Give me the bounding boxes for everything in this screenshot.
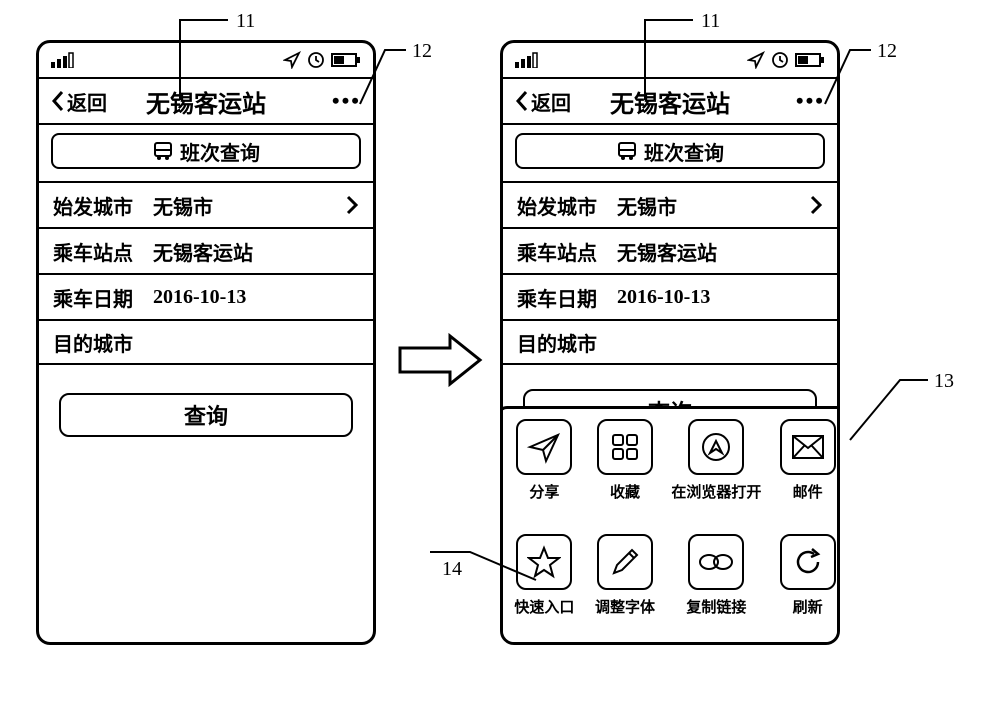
board-stop-value: 无锡客运站: [153, 237, 359, 266]
origin-city-value: 无锡市: [153, 191, 345, 220]
back-label: 返回: [531, 87, 571, 116]
origin-city-value: 无锡市: [617, 191, 809, 220]
sheet-label: 调整字体: [595, 596, 655, 617]
dest-city-row[interactable]: 目的城市: [39, 319, 373, 365]
sheet-item-share[interactable]: 分享: [510, 419, 579, 524]
location-icon: [747, 51, 765, 69]
subtitle-bar: 班次查询: [515, 133, 825, 169]
subtitle-bar: 班次查询: [51, 133, 361, 169]
chevron-right-icon: [345, 194, 359, 216]
origin-city-label: 始发城市: [517, 191, 617, 220]
dest-city-label: 目的城市: [517, 328, 617, 357]
sheet-label: 分享: [529, 481, 559, 502]
bus-icon: [616, 141, 638, 161]
callout-num: 13: [934, 370, 954, 393]
dest-city-label: 目的城市: [53, 328, 153, 357]
back-button[interactable]: 返回: [515, 87, 571, 116]
board-stop-row[interactable]: 乘车站点 无锡客运站: [503, 227, 837, 273]
location-icon: [283, 51, 301, 69]
action-sheet: 分享 收藏 在浏览器打开 邮件 快速入口 调整字体: [500, 406, 840, 645]
back-button[interactable]: 返回: [51, 87, 107, 116]
refresh-icon: [792, 546, 824, 578]
sheet-item-favorite[interactable]: 收藏: [591, 419, 660, 524]
callout-num: 11: [236, 10, 255, 33]
ride-date-value: 2016-10-13: [617, 286, 823, 309]
board-stop-label: 乘车站点: [517, 237, 617, 266]
phone-after: 返回 无锡客运站 ••• 班次查询 始发城市 无锡市 乘车站点 无锡客运站 乘车…: [500, 40, 840, 645]
query-button[interactable]: 查询: [59, 393, 353, 437]
battery-icon: [331, 52, 361, 68]
ride-date-label: 乘车日期: [53, 283, 153, 312]
search-form: 始发城市 无锡市 乘车站点 无锡客运站 乘车日期 2016-10-13 目的城市: [39, 177, 373, 365]
sheet-label: 复制链接: [686, 596, 746, 617]
callout-num: 12: [877, 40, 897, 63]
mail-icon: [791, 434, 825, 460]
chevron-right-icon: [809, 194, 823, 216]
phone-before: 返回 无锡客运站 ••• 班次查询 始发城市 无锡市 乘车站点 无锡客运站: [36, 40, 376, 645]
compass-icon: [699, 430, 733, 464]
sheet-item-open-browser[interactable]: 在浏览器打开: [671, 419, 761, 524]
sheet-label: 收藏: [610, 481, 640, 502]
callout-num: 11: [701, 10, 720, 33]
ride-date-row[interactable]: 乘车日期 2016-10-13: [39, 273, 373, 319]
callout-num: 12: [412, 40, 432, 63]
origin-city-label: 始发城市: [53, 191, 153, 220]
transition-arrow-icon: [395, 330, 485, 390]
ride-date-value: 2016-10-13: [153, 286, 359, 309]
subtitle-label: 班次查询: [180, 137, 260, 166]
ride-date-label: 乘车日期: [517, 283, 617, 312]
pencil-icon: [608, 545, 642, 579]
query-label: 查询: [184, 399, 228, 431]
back-label: 返回: [67, 87, 107, 116]
link-icon: [696, 550, 736, 574]
sheet-label: 快速入口: [514, 596, 574, 617]
sheet-label: 在浏览器打开: [671, 481, 761, 502]
board-stop-row[interactable]: 乘车站点 无锡客运站: [39, 227, 373, 273]
sheet-item-copy-link[interactable]: 复制链接: [671, 534, 761, 639]
sheet-label: 邮件: [793, 481, 823, 502]
ride-date-row[interactable]: 乘车日期 2016-10-13: [503, 273, 837, 319]
paper-plane-icon: [526, 429, 562, 465]
dest-city-row[interactable]: 目的城市: [503, 319, 837, 365]
grid-icon: [610, 432, 640, 462]
bus-icon: [152, 141, 174, 161]
origin-city-row[interactable]: 始发城市 无锡市: [503, 181, 837, 227]
search-form: 始发城市 无锡市 乘车站点 无锡客运站 乘车日期 2016-10-13 目的城市: [503, 177, 837, 365]
sheet-item-mail[interactable]: 邮件: [773, 419, 840, 524]
board-stop-value: 无锡客运站: [617, 237, 823, 266]
sheet-item-font[interactable]: 调整字体: [591, 534, 660, 639]
signal-icon: [51, 52, 75, 68]
origin-city-row[interactable]: 始发城市 无锡市: [39, 181, 373, 227]
more-button[interactable]: •••: [796, 88, 825, 114]
battery-icon: [795, 52, 825, 68]
clock-icon: [307, 51, 325, 69]
subtitle-label: 班次查询: [644, 137, 724, 166]
callout-num: 14: [442, 558, 462, 581]
sheet-label: 刷新: [793, 596, 823, 617]
signal-icon: [515, 52, 539, 68]
more-button[interactable]: •••: [332, 88, 361, 114]
sheet-item-refresh[interactable]: 刷新: [773, 534, 840, 639]
board-stop-label: 乘车站点: [53, 237, 153, 266]
clock-icon: [771, 51, 789, 69]
